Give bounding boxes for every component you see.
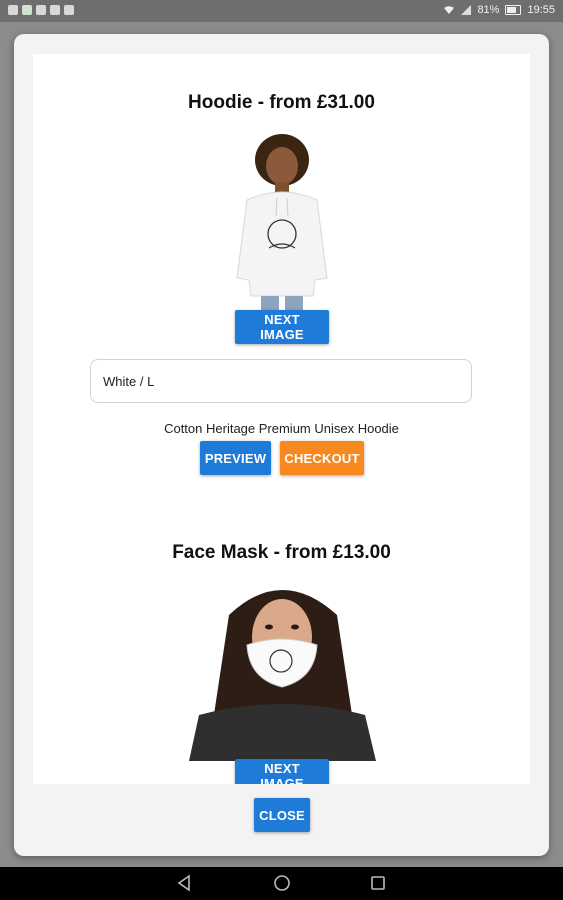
next-image-button[interactable]: NEXT IMAGE: [235, 310, 329, 344]
battery-percent: 81%: [477, 4, 500, 16]
notification-icon: [64, 5, 74, 15]
product-description: Cotton Heritage Premium Unisex Hoodie: [164, 421, 399, 436]
close-button[interactable]: CLOSE: [254, 798, 310, 832]
notification-icon: [8, 5, 18, 15]
face-mask-image: [189, 575, 376, 761]
recents-icon[interactable]: [370, 874, 386, 892]
clock: 19:55: [527, 4, 555, 16]
preview-button[interactable]: PREVIEW: [200, 441, 271, 475]
status-bar: 81% 19:55: [0, 0, 563, 22]
hoodie-image: [229, 128, 335, 314]
home-icon[interactable]: [273, 874, 291, 892]
notification-icon: [50, 5, 60, 15]
wifi-icon: [444, 6, 455, 14]
next-image-button[interactable]: NEXT IMAGE: [235, 759, 329, 784]
checkout-button[interactable]: CHECKOUT: [280, 441, 364, 475]
back-icon[interactable]: [176, 874, 192, 892]
dialog-scroll-content[interactable]: Hoodie - from £31.00 NEXT IMAGE White / …: [33, 54, 530, 784]
notification-icon: [22, 5, 32, 15]
battery-icon: [505, 5, 522, 15]
variant-select[interactable]: White / L: [90, 359, 472, 403]
navigation-bar: [0, 867, 563, 900]
notification-icons: [8, 5, 74, 15]
notification-icon: [36, 5, 46, 15]
product-title: Hoodie - from £31.00: [188, 92, 375, 113]
product-dialog: Hoodie - from £31.00 NEXT IMAGE White / …: [14, 34, 549, 856]
status-right: 81% 19:55: [443, 4, 555, 16]
signal-icon: [461, 5, 472, 15]
variant-value: White / L: [103, 373, 155, 389]
product-title: Face Mask - from £13.00: [172, 542, 391, 563]
